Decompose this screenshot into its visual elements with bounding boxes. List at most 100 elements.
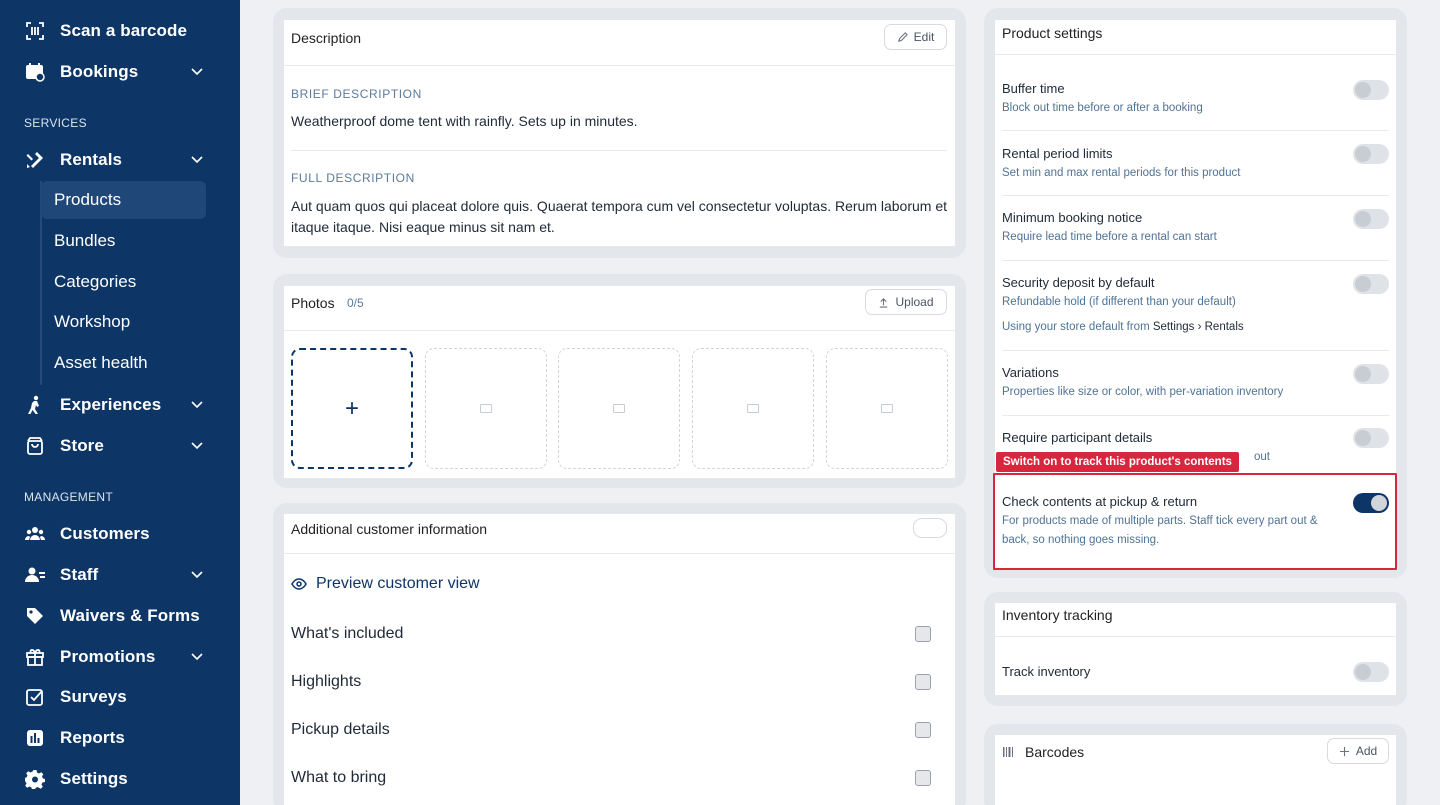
chevron-down-icon[interactable] — [190, 152, 204, 166]
photo-placeholder — [558, 348, 680, 469]
upload-button[interactable]: Upload — [865, 289, 947, 315]
nav-settings[interactable]: Settings — [24, 762, 214, 796]
plus-icon: + — [344, 394, 359, 422]
minimum-booking-notice-toggle[interactable] — [1353, 209, 1389, 229]
nav-surveys[interactable]: Surveys — [24, 680, 214, 714]
info-row-checkbox[interactable] — [915, 722, 931, 738]
full-description-text: Aut quam quos qui placeat dolore quis. Q… — [291, 198, 948, 235]
variations-toggle[interactable] — [1353, 364, 1389, 384]
edit-button[interactable]: Edit — [884, 24, 947, 50]
nav-store[interactable]: Store — [24, 429, 214, 463]
nav-experiences[interactable]: Experiences — [24, 388, 214, 422]
nav-staff[interactable]: Staff — [24, 558, 214, 592]
barcode-icon — [1003, 745, 1015, 757]
image-icon — [747, 404, 759, 413]
nav-promotions[interactable]: Promotions — [24, 640, 214, 674]
info-row-label: What's included — [291, 625, 404, 642]
divider — [1002, 130, 1389, 131]
setting-desc: Refundable hold (if different than your … — [1002, 296, 1236, 308]
upload-label: Upload — [895, 295, 934, 309]
full-description-label: FULL DESCRIPTION — [291, 171, 415, 185]
setting-title: Variations — [1002, 365, 1059, 380]
divider — [284, 65, 955, 66]
nav-label: Staff — [60, 565, 99, 584]
upload-icon — [880, 297, 888, 308]
info-row-label: Highlights — [291, 673, 362, 690]
image-icon — [480, 404, 492, 413]
callout-tag: Switch on to track this product's conten… — [996, 452, 1239, 472]
setting-desc: Properties like size or color, with per-… — [1002, 386, 1284, 398]
edit-label: Edit — [913, 30, 935, 44]
add-label: Add — [1355, 744, 1378, 758]
users-icon — [24, 523, 46, 545]
nav-bookings[interactable]: Bookings — [24, 55, 214, 89]
nav-scan-barcode[interactable]: Scan a barcode — [24, 14, 214, 48]
chevron-down-icon[interactable] — [190, 649, 204, 663]
divider — [291, 150, 947, 151]
chevron-down-icon[interactable] — [190, 397, 204, 411]
plus-icon — [1339, 746, 1349, 756]
setting-title: Check contents at pickup & return — [1002, 494, 1198, 509]
setting-title: Buffer time — [1002, 81, 1065, 96]
description-title: Description — [291, 30, 362, 46]
divider — [284, 330, 955, 331]
add-barcode-button[interactable]: Add — [1327, 738, 1389, 764]
setting-title: Security deposit by default — [1002, 275, 1155, 290]
image-icon — [613, 404, 625, 413]
photo-placeholder — [425, 348, 547, 469]
photos-count: 0/5 — [347, 296, 364, 310]
sidebar-item-asset-health[interactable]: Asset health — [41, 344, 206, 382]
photos-title: Photos — [291, 295, 335, 311]
nav-label: Bookings — [60, 62, 139, 81]
track-inventory-toggle[interactable] — [1353, 662, 1389, 682]
nav-customers[interactable]: Customers — [24, 517, 214, 551]
buffer-time-toggle[interactable] — [1353, 80, 1389, 100]
sidebar-item-bundles[interactable]: Bundles — [41, 222, 206, 260]
preview-customer-view-link[interactable]: Preview customer view — [291, 575, 480, 593]
sidebar: Scan a barcode Bookings SERVICES Rentals… — [0, 0, 240, 805]
eye-icon — [291, 578, 307, 590]
nav-rentals[interactable]: Rentals — [24, 143, 214, 177]
info-row-checkbox[interactable] — [915, 626, 931, 642]
additional-info-toggle[interactable] — [913, 518, 947, 538]
sidebar-item-workshop[interactable]: Workshop — [41, 303, 206, 341]
additional-info-card — [284, 514, 955, 805]
track-inventory-label: Track inventory — [1002, 664, 1091, 679]
nav-label: Store — [60, 436, 104, 455]
info-row-label: What to bring — [291, 769, 387, 786]
chevron-down-icon[interactable] — [190, 64, 204, 78]
chevron-down-icon[interactable] — [190, 438, 204, 452]
sidebar-item-products[interactable]: Products — [41, 181, 206, 219]
divider — [1002, 260, 1389, 261]
info-row-checkbox[interactable] — [915, 770, 931, 786]
add-photo-slot[interactable]: + — [291, 348, 413, 469]
calendar-icon — [24, 61, 46, 83]
nav-label: Settings — [60, 769, 128, 788]
rental-period-limits-toggle[interactable] — [1353, 144, 1389, 164]
hiker-icon — [24, 394, 46, 416]
additional-info-title: Additional customer information — [291, 521, 488, 537]
info-row-checkbox[interactable] — [915, 674, 931, 690]
setting-title: Rental period limits — [1002, 146, 1113, 161]
security-deposit-toggle[interactable] — [1353, 274, 1389, 294]
image-icon — [881, 404, 893, 413]
pencil-icon — [897, 31, 908, 42]
settings-rentals-link[interactable]: Settings › Rentals — [1153, 321, 1244, 333]
nav-label: Reports — [60, 728, 125, 747]
setting-desc: Block out time before or after a booking — [1002, 102, 1203, 114]
setting-desc: For products made of multiple parts. Sta… — [1002, 515, 1318, 546]
chevron-down-icon[interactable] — [190, 567, 204, 581]
check-contents-toggle[interactable] — [1353, 493, 1389, 513]
preview-label: Preview customer view — [316, 575, 480, 592]
participant-details-toggle[interactable] — [1353, 428, 1389, 448]
nav-reports[interactable]: Reports — [24, 721, 214, 755]
divider — [1002, 350, 1389, 351]
divider — [995, 636, 1396, 637]
nav-label: Scan a barcode — [60, 21, 188, 40]
sidebar-item-categories[interactable]: Categories — [41, 263, 206, 301]
nav-waivers-forms[interactable]: Waivers & Forms — [24, 599, 214, 633]
inventory-title: Inventory tracking — [1002, 607, 1113, 623]
divider — [1002, 415, 1389, 416]
photo-placeholder — [692, 348, 814, 469]
product-settings-title: Product settings — [1002, 25, 1103, 41]
